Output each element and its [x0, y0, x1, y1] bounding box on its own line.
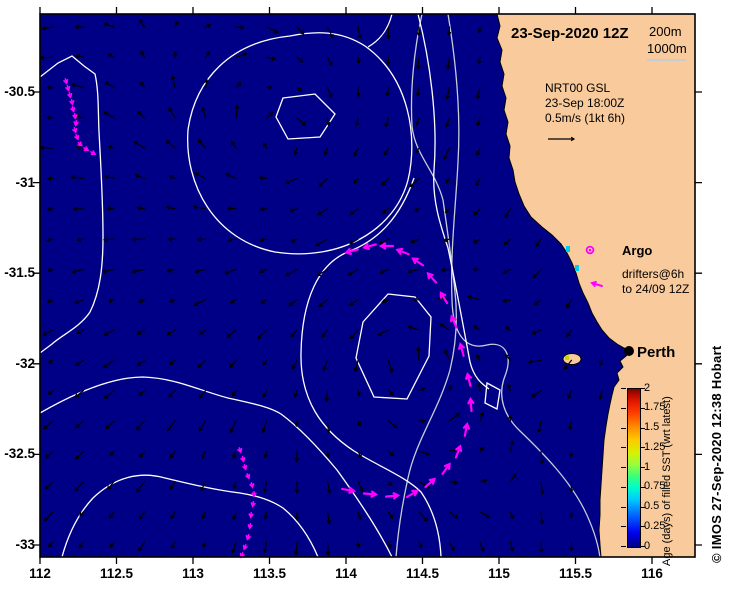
- depth-1000m-label: 1000m: [647, 41, 687, 56]
- model-legend: NRT00 GSL 23-Sep 18:00Z 0.5m/s (1kt 6h): [545, 81, 625, 126]
- colorbar-tick: [621, 486, 626, 488]
- attribution-label: © IMOS 27-Sep-2020 12:38 Hobart: [709, 345, 724, 563]
- colorbar-tick-label: 0.75: [644, 480, 666, 493]
- bathymetry-contour-swatch: [647, 59, 686, 61]
- y-tick-label: -32: [15, 355, 35, 371]
- model-name-label: NRT00 GSL: [545, 81, 611, 95]
- colorbar-tick: [641, 546, 645, 547]
- colorbar-tick: [621, 546, 626, 547]
- x-tick-label: 113.5: [252, 566, 287, 581]
- x-tick-label: 112.5: [99, 566, 134, 581]
- y-tick-label: -30.5: [4, 84, 35, 99]
- colorbar-tick: [621, 407, 626, 409]
- map-title: 23-Sep-2020 12Z: [511, 25, 629, 42]
- x-tick-label: 112: [29, 566, 51, 581]
- x-tick-label: 115.5: [558, 566, 593, 581]
- x-tick-label: 115: [488, 566, 510, 581]
- colorbar-tick-label: 1.25: [644, 440, 666, 453]
- drifters-legend-label-2: to 24/09 12Z: [622, 282, 690, 296]
- colorbar-tick: [641, 467, 645, 468]
- x-tick-label: 116: [641, 566, 663, 581]
- ocean-current-map-figure: 23-Sep-2020 12Z 200m 1000m NRT00 GSL 23-…: [0, 0, 739, 592]
- y-tick-label: -33: [15, 537, 35, 552]
- y-tick-label: -31.5: [4, 265, 35, 281]
- colorbar-tick: [641, 427, 645, 429]
- colorbar-tick: [641, 447, 645, 449]
- colorbar-tick: [641, 526, 645, 528]
- colorbar-tick: [621, 427, 626, 429]
- colorbar-tick: [641, 486, 645, 488]
- colorbar-tick: [621, 467, 626, 468]
- vector-scale-label: 0.5m/s (1kt 6h): [545, 111, 626, 125]
- colorbar-tick-label: 1.5: [644, 421, 660, 433]
- colorbar-tick: [641, 388, 645, 389]
- sst-age-colorbar: [627, 388, 641, 548]
- x-tick-label: 113: [182, 566, 204, 581]
- colorbar-tick: [621, 506, 626, 508]
- x-tick-label: 114.5: [405, 566, 440, 581]
- colorbar-tick: [621, 388, 626, 389]
- colorbar-tick: [641, 506, 645, 508]
- colorbar-tick: [641, 407, 645, 409]
- model-time-label: 23-Sep 18:00Z: [545, 96, 625, 110]
- y-tick-label: -31: [15, 174, 35, 190]
- perth-city-dot: [624, 346, 634, 356]
- x-tick-label: 114: [335, 566, 357, 581]
- colorbar-tick: [621, 447, 626, 449]
- colorbar-tick: [621, 526, 626, 528]
- colorbar-tick-label: 0.25: [644, 519, 666, 532]
- colorbar-tick-label: 0.5: [644, 500, 660, 512]
- drifters-legend-label-1: drifters@6h: [622, 267, 685, 281]
- y-tick-label: -32.5: [4, 446, 35, 462]
- argo-legend-label: Argo: [622, 243, 653, 258]
- colorbar-tick-label: 1.75: [644, 401, 666, 414]
- depth-200m-label: 200m: [649, 24, 682, 39]
- city-label-perth: Perth: [637, 344, 676, 361]
